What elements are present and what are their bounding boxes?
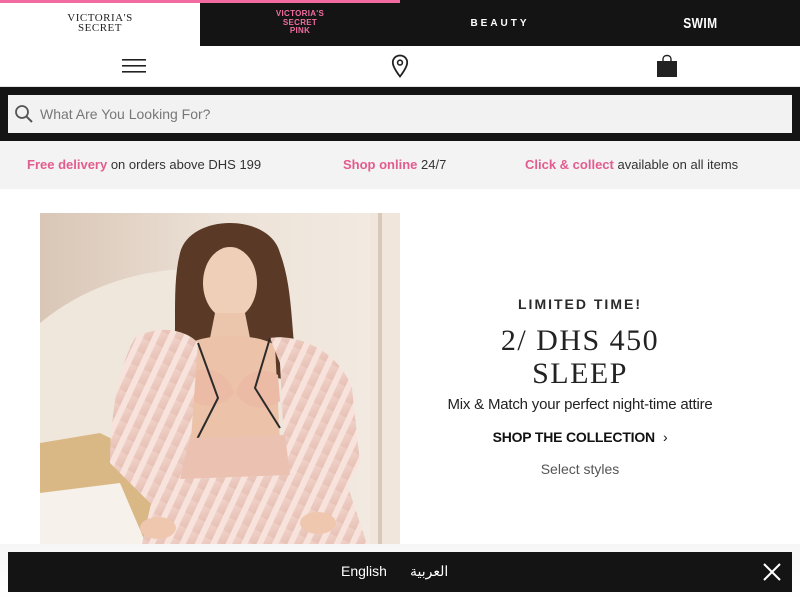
promo-highlight: Free delivery: [27, 157, 108, 172]
tab-victorias-secret[interactable]: VICTORIA'S SECRET: [0, 0, 200, 46]
shop-collection-label: SHOP THE COLLECTION: [492, 429, 656, 445]
promo-highlight: Click & collect: [525, 157, 614, 172]
utility-bar: [0, 46, 800, 87]
tab-accent-bar: [200, 0, 400, 3]
search-input[interactable]: [40, 96, 780, 132]
beauty-logo: BEAUTY: [470, 17, 530, 29]
hero-headline-line-1: 2/ DHS 450: [500, 324, 660, 357]
language-arabic-button[interactable]: العربية: [410, 563, 448, 580]
swim-logo: SWIM: [682, 14, 718, 32]
hero-headline: 2/ DHS 450 SLEEP: [410, 324, 750, 390]
promo-text: 24/7: [417, 157, 447, 172]
language-english-button[interactable]: English: [341, 563, 387, 579]
promo-click-collect[interactable]: Click & collect available on all items: [525, 157, 738, 172]
search-bar: [0, 87, 800, 141]
promo-free-delivery[interactable]: Free delivery on orders above DHS 199: [27, 157, 261, 172]
hero-subline: Mix & Match your perfect night-time atti…: [447, 396, 713, 413]
promo-shop-online[interactable]: Shop online 24/7: [343, 157, 446, 172]
search-icon[interactable]: [8, 95, 40, 133]
store-locator-button[interactable]: [380, 46, 420, 86]
shopping-bag-button[interactable]: [647, 46, 687, 86]
tab-beauty[interactable]: BEAUTY: [400, 0, 600, 46]
shopping-bag-icon: [657, 54, 677, 77]
promo-text: on orders above DHS 199: [107, 157, 262, 172]
hero-note: Select styles: [540, 461, 620, 477]
shop-collection-link[interactable]: SHOP THE COLLECTION ›: [493, 429, 668, 445]
tab-pink[interactable]: VICTORIA'S SECRET PINK: [200, 0, 400, 46]
pink-logo: VICTORIA'S SECRET PINK: [275, 9, 325, 36]
location-pin-icon: [391, 54, 409, 78]
victorias-secret-logo: VICTORIA'S SECRET: [67, 12, 133, 34]
search-box: [8, 95, 792, 133]
hero-eyebrow: LIMITED TIME!: [518, 296, 642, 312]
hero-image[interactable]: [40, 213, 400, 553]
language-bar: English العربية: [8, 552, 792, 592]
brand-tabs: VICTORIA'S SECRET VICTORIA'S SECRET PINK…: [0, 0, 800, 46]
tab-swim[interactable]: SWIM: [600, 0, 800, 46]
promo-text: available on all items: [613, 157, 739, 172]
hamburger-icon: [122, 59, 146, 73]
hero-headline-line-2: SLEEP: [532, 357, 628, 390]
close-icon[interactable]: [762, 562, 782, 582]
menu-button[interactable]: [114, 46, 154, 86]
promo-strip: Free delivery on orders above DHS 199 Sh…: [0, 141, 800, 189]
hero-copy: LIMITED TIME! 2/ DHS 450 SLEEP Mix & Mat…: [410, 296, 750, 477]
promo-highlight: Shop online: [343, 157, 418, 172]
chevron-right-icon: ›: [662, 429, 668, 445]
active-tab-indicator: [0, 0, 200, 3]
